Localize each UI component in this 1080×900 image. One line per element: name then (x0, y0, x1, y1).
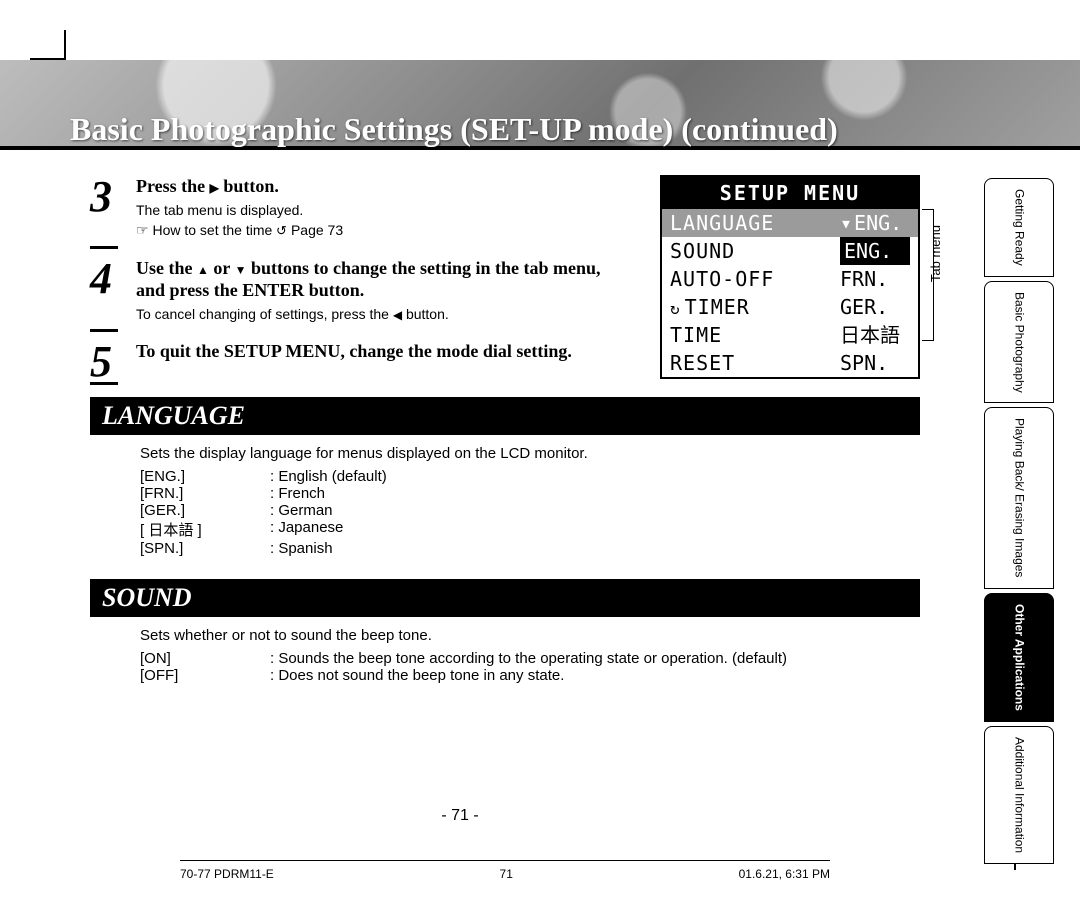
left-triangle-icon (393, 306, 402, 322)
screen-rows: LANGUAGEENG.SOUNDENG.AUTO-OFFFRN.TIMERGE… (662, 209, 918, 377)
screen-row-left: LANGUAGE (670, 209, 840, 237)
side-tabs: Getting ReadyBasic PhotographyPlaying Ba… (984, 178, 1054, 864)
screen-row-0: LANGUAGEENG. (662, 209, 918, 237)
screen-title: SETUP MENU (662, 177, 918, 209)
step-4-sub: To cancel changing of settings, press th… (136, 306, 630, 322)
language-row-4: [SPN.]: Spanish (140, 540, 920, 557)
language-desc: : Spanish (270, 540, 333, 557)
step-4-heading: Use the or buttons to change the setting… (136, 257, 630, 302)
language-row-0: [ENG.]: English (default) (140, 468, 920, 485)
page-title: Basic Photographic Settings (SET-UP mode… (70, 111, 960, 148)
sound-desc: : Does not sound the beep tone in any st… (270, 667, 564, 684)
screen-row-right: 日本語 (840, 321, 910, 349)
screen-row-5: RESETSPN. (662, 349, 918, 377)
header-banner: Basic Photographic Settings (SET-UP mode… (0, 60, 1080, 150)
language-desc: : German (270, 502, 333, 519)
step-number-3: 3 (90, 179, 124, 243)
screen-row-right: ENG. (840, 237, 910, 265)
side-tab-3: Other Applications (984, 593, 1054, 722)
step-3-heading: Press the button. (136, 175, 630, 198)
screen-row-right: SPN. (840, 349, 910, 377)
text: button. (219, 176, 279, 196)
language-row-1: [FRN.]: French (140, 485, 920, 502)
side-tab-4: Additional Information (984, 726, 1054, 864)
screen-row-1: SOUNDENG. (662, 237, 918, 265)
sound-code: [ON] (140, 650, 270, 667)
screen-row-left: SOUND (670, 237, 840, 265)
screen-row-left: TIME (670, 321, 840, 349)
text: To cancel changing of settings, press th… (136, 306, 393, 322)
text: button. (402, 306, 449, 322)
step-number-5: 5 (90, 344, 124, 379)
cycle-icon (276, 222, 287, 238)
hand-icon (136, 222, 149, 238)
page-number: - 71 - (90, 807, 830, 825)
sound-row-1: [OFF]: Does not sound the beep tone in a… (140, 667, 920, 684)
side-tab-1: Basic Photography (984, 281, 1054, 404)
step-3-sub2: How to set the time Page 73 (136, 222, 630, 239)
screen-row-left: RESET (670, 349, 840, 377)
footer: 70-77 PDRM11-E 71 01.6.21, 6:31 PM (180, 860, 830, 881)
section-language-title: LANGUAGE (90, 397, 920, 435)
language-desc: : French (270, 485, 325, 502)
language-code: [FRN.] (140, 485, 270, 502)
sound-desc: : Sounds the beep tone according to the … (270, 650, 787, 667)
text: How to set the time (149, 222, 277, 238)
text: Use the (136, 258, 197, 278)
language-row-2: [GER.]: German (140, 502, 920, 519)
down-triangle-icon (235, 258, 247, 278)
footer-left: 70-77 PDRM11-E (180, 867, 274, 881)
screen-row-4: TIME日本語 (662, 321, 918, 349)
text: Press the (136, 176, 210, 196)
sound-code: [OFF] (140, 667, 270, 684)
step-number-4: 4 (90, 261, 124, 326)
sound-row-0: [ON]: Sounds the beep tone according to … (140, 650, 920, 667)
footer-center: 71 (500, 867, 513, 881)
section-sound-body: Sets whether or not to sound the beep to… (140, 627, 920, 684)
footer-right: 01.6.21, 6:31 PM (739, 867, 830, 881)
language-code: [GER.] (140, 502, 270, 519)
language-code: [ 日本語 ] (140, 519, 270, 540)
setup-menu-screen: SETUP MENU LANGUAGEENG.SOUNDENG.AUTO-OFF… (660, 175, 920, 379)
language-desc: : English (default) (270, 468, 387, 485)
right-triangle-icon (210, 176, 219, 196)
language-row-3: [ 日本語 ]: Japanese (140, 519, 920, 540)
side-tab-2: Playing Back/ Erasing Images (984, 407, 1054, 588)
section-sound-title: SOUND (90, 579, 920, 617)
language-table: [ENG.]: English (default)[FRN.]: French[… (140, 468, 920, 557)
language-desc: : Japanese (270, 519, 343, 540)
screen-row-3: TIMERGER. (662, 293, 918, 321)
step-4: 4 Use the or buttons to change the setti… (90, 257, 630, 322)
tab-menu-label: Tab menu (928, 225, 943, 282)
screen-row-right: FRN. (840, 265, 910, 293)
screen-row-left: AUTO-OFF (670, 265, 840, 293)
crop-mark-tl (30, 30, 66, 60)
language-code: [ENG.] (140, 468, 270, 485)
text: Page 73 (287, 222, 343, 238)
screen-row-right: GER. (840, 293, 910, 321)
language-code: [SPN.] (140, 540, 270, 557)
step-3: 3 Press the button. The tab menu is disp… (90, 175, 630, 239)
side-tab-0: Getting Ready (984, 178, 1054, 277)
sound-intro: Sets whether or not to sound the beep to… (140, 627, 920, 644)
section-language-body: Sets the display language for menus disp… (140, 445, 920, 557)
step-3-sub1: The tab menu is displayed. (136, 202, 630, 218)
language-intro: Sets the display language for menus disp… (140, 445, 920, 462)
screen-row-2: AUTO-OFFFRN. (662, 265, 918, 293)
sound-table: [ON]: Sounds the beep tone according to … (140, 650, 920, 684)
screen-row-left: TIMER (670, 293, 840, 321)
text: or (209, 258, 235, 278)
up-triangle-icon (197, 258, 209, 278)
main-content: SETUP MENU LANGUAGEENG.SOUNDENG.AUTO-OFF… (90, 175, 950, 684)
screen-row-right: ENG. (840, 209, 910, 237)
